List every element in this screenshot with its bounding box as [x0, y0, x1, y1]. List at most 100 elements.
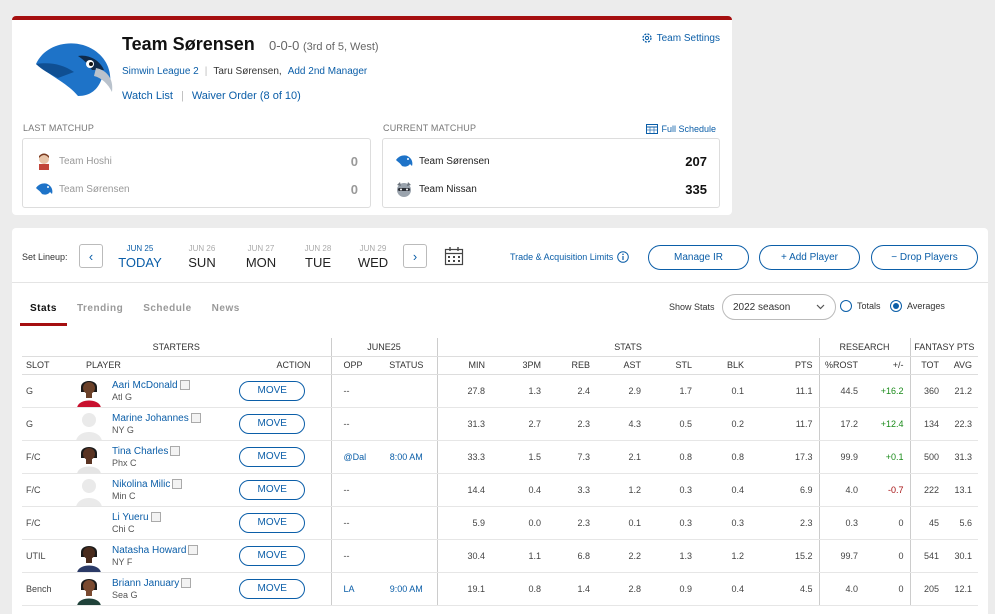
calendar-icon[interactable] [444, 246, 464, 266]
averages-radio[interactable]: Averages [890, 300, 945, 312]
team-rank: (3rd of 5, West) [302, 41, 379, 53]
player-news-icon[interactable] [150, 512, 161, 522]
tab-stats[interactable]: Stats [20, 296, 67, 326]
day-wed[interactable]: JUN 29 WED [343, 244, 403, 270]
player-news-icon[interactable] [179, 380, 190, 390]
col-min[interactable]: MIN [436, 356, 492, 375]
matchup-team-row: Team Sørensen 207 [395, 151, 707, 171]
chevron-down-icon [816, 304, 825, 310]
matchup-team-name: Team Hoshi [59, 155, 112, 167]
move-button[interactable]: MOVE [239, 479, 306, 500]
day-mon[interactable]: JUN 27 MON [231, 244, 291, 270]
status-cell [376, 374, 438, 408]
ast-cell: 1.2 [596, 473, 648, 507]
add-player-button[interactable]: + Add Player [759, 245, 860, 270]
stl-cell: 1.7 [647, 374, 699, 408]
player-news-icon[interactable] [172, 479, 183, 489]
league-info: Simwin League 2 | Taru Sørensen, Add 2nd… [122, 66, 367, 77]
current-matchup-label: CURRENT MATCHUP [383, 123, 477, 133]
col-tot[interactable]: TOT [909, 356, 946, 375]
manage-ir-button[interactable]: Manage IR [648, 245, 749, 270]
matchup-team-score: 0 [350, 181, 358, 197]
season-select[interactable]: 2022 season [722, 294, 836, 320]
move-button[interactable]: MOVE [239, 380, 306, 401]
col-reb[interactable]: REB [547, 356, 597, 375]
tab-schedule[interactable]: Schedule [133, 296, 201, 326]
day-date: JUN 26 [188, 244, 216, 253]
min-cell: 14.4 [436, 473, 492, 507]
gear-icon [641, 33, 652, 43]
col-stl[interactable]: STL [647, 356, 699, 375]
pts-cell: 2.3 [750, 506, 820, 540]
team-name: Team Sørensen [122, 34, 255, 54]
waiver-order-link[interactable]: Waiver Order (8 of 10) [192, 90, 301, 102]
date-header: JUNE25 [330, 338, 438, 357]
slot-cell: G [22, 407, 72, 441]
move-button[interactable]: MOVE [239, 578, 306, 599]
min-cell: 19.1 [436, 572, 492, 606]
player-name-link[interactable]: Aari McDonald [112, 380, 190, 391]
player-news-icon[interactable] [170, 446, 181, 456]
add-manager-link[interactable]: Add 2nd Manager [288, 66, 368, 77]
min-cell: 30.4 [436, 539, 492, 573]
trade-limits-link[interactable]: Trade & Acquisition Limits [510, 251, 630, 263]
day-sun[interactable]: JUN 26 SUN [172, 244, 232, 270]
player-cell: Briann January Sea G [72, 572, 214, 606]
move-button[interactable]: MOVE [239, 512, 306, 533]
player-photo [77, 380, 101, 406]
opp-cell: -- [330, 407, 377, 441]
col-ast[interactable]: AST [596, 356, 648, 375]
ast-cell: 2.8 [596, 572, 648, 606]
col-slot: SLOT [22, 356, 72, 375]
rost-cell: 0.3 [818, 506, 865, 540]
rost-cell: 4.0 [818, 572, 865, 606]
blk-cell: 0.4 [698, 473, 751, 507]
player-news-icon[interactable] [188, 545, 199, 555]
status-cell: 9:00 AM [376, 572, 438, 606]
col-avg[interactable]: AVG [945, 356, 979, 375]
col-pts[interactable]: PTS [750, 356, 820, 375]
move-button[interactable]: MOVE [239, 545, 306, 566]
player-name-link[interactable]: Tina Charles [112, 446, 181, 457]
table-row: F/C Tina Charles Phx C MOVE @Dal 8:00 AM… [22, 440, 979, 474]
player-name-link[interactable]: Marine Johannes [112, 413, 201, 424]
day-today[interactable]: JUN 25 TODAY [110, 244, 170, 270]
opp-cell[interactable]: @Dal [330, 440, 377, 474]
league-link[interactable]: Simwin League 2 [122, 66, 199, 77]
drop-players-button[interactable]: − Drop Players [871, 245, 978, 270]
opp-cell[interactable]: LA [330, 572, 377, 606]
player-photo [77, 545, 101, 571]
table-column-header: SLOT PLAYER ACTION OPP STATUS MIN 3PM RE… [22, 356, 979, 375]
tab-news[interactable]: News [202, 296, 250, 326]
player-name-link[interactable]: Briann January [112, 578, 192, 589]
col-plus-minus[interactable]: +/- [864, 356, 911, 375]
player-name-link[interactable]: Nikolina Milic [112, 479, 183, 490]
last-matchup-box[interactable]: Team Hoshi 0 Team Sørensen 0 [22, 138, 371, 208]
col-rost[interactable]: %ROST [818, 356, 865, 375]
move-button[interactable]: MOVE [239, 413, 306, 434]
current-matchup-box[interactable]: Team Sørensen 207 Team Nissan 335 [382, 138, 720, 208]
day-tue[interactable]: JUN 28 TUE [288, 244, 348, 270]
player-news-icon[interactable] [190, 413, 201, 423]
prev-day-button[interactable]: ‹ [79, 244, 103, 268]
stl-cell: 0.8 [647, 440, 699, 474]
player-name-link[interactable]: Natasha Howard [112, 545, 199, 556]
avg-cell: 22.3 [945, 407, 979, 441]
player-news-icon[interactable] [181, 578, 192, 588]
opp-cell: -- [330, 374, 377, 408]
col-3pm[interactable]: 3PM [491, 356, 548, 375]
move-button[interactable]: MOVE [239, 446, 306, 467]
action-cell: MOVE [214, 473, 332, 507]
info-icon [617, 251, 630, 263]
full-schedule-link[interactable]: Full Schedule [646, 123, 716, 134]
col-blk[interactable]: BLK [698, 356, 751, 375]
team-settings-link[interactable]: Team Settings [641, 32, 720, 44]
tab-trending[interactable]: Trending [67, 296, 133, 326]
player-name-link[interactable]: Li Yueru [112, 512, 161, 523]
player-team-pos: NY F [112, 556, 133, 567]
player-name: Marine Johannes [112, 412, 189, 424]
watch-list-link[interactable]: Watch List [122, 90, 173, 102]
full-schedule-label: Full Schedule [661, 123, 716, 134]
next-day-button[interactable]: › [403, 244, 427, 268]
totals-radio[interactable]: Totals [840, 300, 881, 312]
